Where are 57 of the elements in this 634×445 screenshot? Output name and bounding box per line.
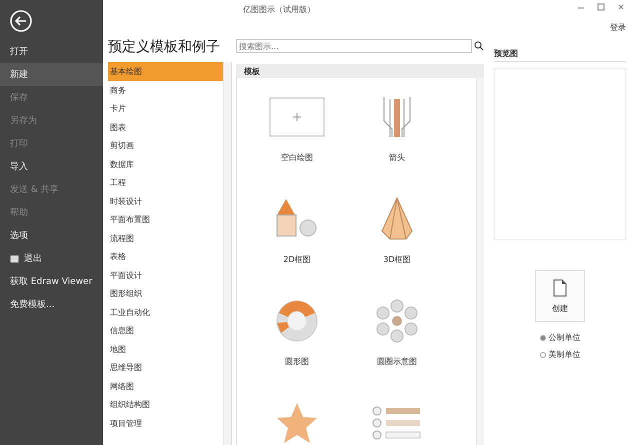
create-button[interactable]: 创建 — [535, 270, 585, 322]
radio-button[interactable] — [540, 334, 546, 340]
category-item[interactable]: 数据库 — [108, 154, 223, 173]
category-item[interactable]: 基本绘图 — [108, 62, 223, 80]
scrollbar[interactable] — [476, 78, 484, 445]
category-item[interactable]: 表格 — [108, 247, 223, 266]
category-item[interactable]: 图表 — [108, 118, 223, 136]
sidebar-item[interactable]: 退出 — [0, 247, 103, 270]
blank-page-icon — [269, 97, 325, 137]
page-heading: 预定义模板和例子 — [108, 38, 221, 57]
radio-button[interactable] — [540, 352, 546, 358]
sidebar-item[interactable]: 打开 — [0, 40, 103, 63]
pyramid-drawing — [380, 197, 414, 241]
category-item[interactable]: 平面布置图 — [108, 210, 223, 228]
category-item[interactable]: 流程图 — [108, 228, 223, 247]
category-item[interactable]: 商务 — [108, 80, 223, 99]
category-item[interactable]: 思维导图 — [108, 358, 223, 376]
template-label[interactable]: 圆形图 — [285, 356, 309, 367]
template-label[interactable]: 3D框图 — [383, 254, 411, 265]
sidebar-item[interactable]: 获取 Edraw Viewer — [0, 270, 103, 293]
category-item[interactable]: 平面设计 — [108, 266, 223, 284]
template-label[interactable]: 2D框图 — [283, 254, 311, 265]
category-item[interactable]: 网络图 — [108, 376, 223, 395]
circle-diagram-drawing — [275, 299, 319, 343]
window-title: 亿图图示（试用版） — [243, 4, 315, 15]
maximize-icon[interactable] — [596, 2, 606, 12]
category-item[interactable]: 信息图 — [108, 321, 223, 340]
category-item[interactable]: 时装设计 — [108, 192, 223, 210]
category-item[interactable]: 卡片 — [108, 99, 223, 118]
close-icon[interactable] — [616, 2, 626, 12]
category-item[interactable]: 剪切画 — [108, 136, 223, 154]
template-label[interactable]: 空白绘图 — [281, 152, 313, 163]
template-label[interactable]: 圆圈示意图 — [377, 356, 417, 367]
document-icon — [553, 278, 567, 296]
category-item[interactable]: 工业自动化 — [108, 302, 223, 321]
category-item[interactable]: 图形组织 — [108, 284, 223, 302]
scrollbar[interactable] — [223, 62, 231, 445]
sidebar-item[interactable]: 新建 — [0, 63, 103, 86]
back-icon[interactable] — [10, 10, 32, 32]
unit-option[interactable]: 美制单位 — [540, 349, 580, 360]
sidebar-item[interactable]: 免费模板... — [0, 293, 103, 316]
category-item[interactable]: 组织结构图 — [108, 395, 223, 414]
search-field[interactable]: 搜索图示... — [236, 39, 472, 53]
login-link[interactable]: 登录 — [610, 22, 626, 33]
unit-option[interactable]: 公制单位 — [540, 332, 580, 343]
sidebar-item[interactable]: 导入 — [0, 155, 103, 178]
preview-title: 预览图 — [494, 48, 626, 62]
section-header: 模板 — [236, 64, 484, 78]
circle-cluster-drawing — [375, 299, 419, 343]
search-icon[interactable] — [474, 41, 484, 51]
list-drawing — [372, 406, 422, 440]
sidebar-item[interactable]: 选项 — [0, 224, 103, 247]
star-drawing — [275, 401, 319, 445]
category-item[interactable]: 项目管理 — [108, 414, 223, 432]
category-item[interactable]: 地图 — [108, 340, 223, 358]
template-label[interactable]: 箭头 — [389, 152, 405, 163]
category-item[interactable]: 工程 — [108, 173, 223, 192]
